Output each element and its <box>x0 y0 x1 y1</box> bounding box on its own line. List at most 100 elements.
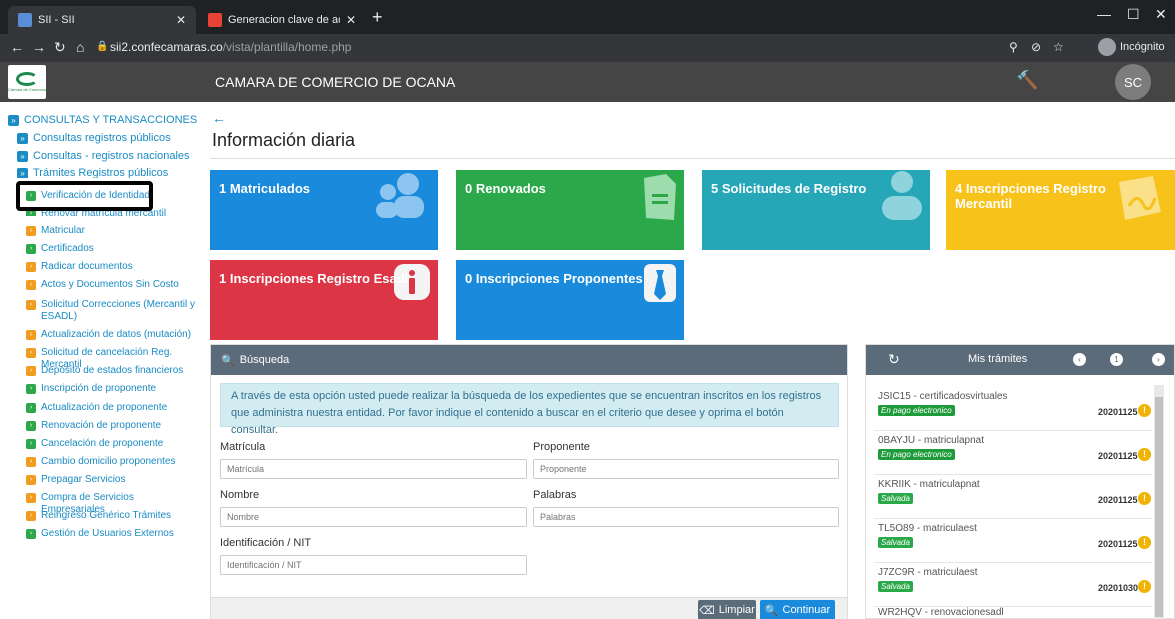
warning-icon[interactable]: ! <box>1138 448 1151 461</box>
scrollbar-thumb[interactable] <box>1155 397 1163 617</box>
arrow-icon: › <box>26 384 36 394</box>
search-panel: 🔍 Búsqueda A través de esta opción usted… <box>210 344 848 619</box>
document-icon <box>644 174 676 220</box>
sidebar-item-consultas-nacionales[interactable]: » Consultas - registros nacionales <box>17 150 190 162</box>
sidebar-item-actualizacion-datos[interactable]: › Actualización de datos (mutación) <box>26 329 198 341</box>
proponente-input[interactable] <box>533 459 839 479</box>
sidebar-item-cambio-domicilio[interactable]: › Cambio domicilio proponentes <box>26 456 198 468</box>
tramite-code: J7ZC9R - matriculaest <box>878 567 978 578</box>
tramite-code: TL5O89 - matriculaest <box>878 523 977 534</box>
maximize-icon[interactable]: ☐ <box>1127 6 1140 23</box>
sidebar-item-actos[interactable]: › Actos y Documentos Sin Costo <box>26 279 198 291</box>
page-number[interactable]: 1 <box>1110 353 1123 366</box>
tramite-item[interactable]: 0BAYJU - matriculapnat En pago electroni… <box>874 431 1152 475</box>
tramite-item[interactable]: J7ZC9R - matriculaest Salvada 20201030 ! <box>874 563 1152 607</box>
clear-button[interactable]: ⌫ Limpiar <box>698 600 756 619</box>
home-icon[interactable]: ⌂ <box>76 39 84 55</box>
reload-icon[interactable]: ↻ <box>54 39 66 56</box>
lock-icon[interactable]: 🔒 <box>96 41 108 52</box>
sidebar-item-consultas-publicos[interactable]: » Consultas registros públicos <box>17 132 171 144</box>
tie-icon <box>644 264 676 302</box>
tramite-code: JSIC15 - certificadosvirtuales <box>878 391 1008 402</box>
new-tab-icon[interactable]: + <box>372 7 383 28</box>
arrow-icon: › <box>26 493 36 503</box>
continue-button[interactable]: 🔍 Continuar <box>760 600 835 619</box>
url-path: /vista/plantilla/home.php <box>222 40 352 54</box>
warning-icon[interactable]: ! <box>1138 492 1151 505</box>
card-matriculados[interactable]: 1 Matriculados <box>210 170 438 250</box>
sidebar-item-matricular[interactable]: › Matricular <box>26 225 198 237</box>
incognito-indicator[interactable]: Incógnito <box>1098 38 1165 56</box>
sidebar-item-certificados[interactable]: › Certificados <box>26 243 198 255</box>
card-label: 5 Solicitudes de Registro <box>711 181 867 196</box>
tramite-item[interactable]: WR2HQV - renovacionesadl <box>874 603 1152 619</box>
logo-text: Cámara de Comercio <box>8 87 47 92</box>
nombre-input[interactable] <box>220 507 527 527</box>
warning-icon[interactable]: ! <box>1138 580 1151 593</box>
sidebar-item-prepagar[interactable]: › Prepagar Servicios <box>26 474 198 486</box>
nit-input[interactable] <box>220 555 527 575</box>
close-window-icon[interactable]: ✕ <box>1155 6 1167 23</box>
clear-button-label: Limpiar <box>718 604 755 616</box>
sidebar-section-header[interactable]: » CONSULTAS Y TRANSACCIONES <box>8 114 197 126</box>
tramite-item[interactable]: KKRIIK - matriculapnat Salvada 20201125 … <box>874 475 1152 519</box>
sidebar-item-reingreso[interactable]: › Reingreso Genérico Trámites <box>26 510 198 522</box>
sidebar-item-radicar[interactable]: › Radicar documentos <box>26 261 198 273</box>
card-solicitudes[interactable]: 5 Solicitudes de Registro <box>702 170 930 250</box>
close-tab-icon[interactable]: ✕ <box>346 13 356 27</box>
expand-icon: » <box>17 132 28 144</box>
sidebar-item-label: Radicar documentos <box>41 261 133 272</box>
tramite-item[interactable]: JSIC15 - certificadosvirtuales En pago e… <box>874 387 1152 431</box>
zoom-icon[interactable]: ⚲ <box>1009 40 1018 54</box>
sidebar-item-gestion-usuarios[interactable]: › Gestión de Usuarios Externos <box>26 528 198 540</box>
forward-icon[interactable]: → <box>32 39 46 55</box>
back-icon[interactable]: ← <box>10 39 24 55</box>
status-badge: Salvada <box>878 581 913 592</box>
card-inscripciones-esadl[interactable]: 1 Inscripciones Registro Esadl <box>210 260 438 340</box>
minimize-icon[interactable]: — <box>1097 6 1111 22</box>
app-title: CAMARA DE COMERCIO DE OCANA <box>215 74 456 90</box>
sidebar-item-correcciones[interactable]: › Solicitud Correcciones (Mercantil y ESA… <box>26 299 198 323</box>
url-field[interactable]: sii2.confecamaras.co/vista/plantilla/hom… <box>110 40 351 54</box>
eraser-icon: ⌫ <box>699 604 715 617</box>
tramite-code: KKRIIK - matriculapnat <box>878 479 980 490</box>
bookmark-star-icon[interactable]: ☆ <box>1053 40 1064 54</box>
tracking-icon[interactable]: ⊘ <box>1031 40 1041 54</box>
close-tab-icon[interactable]: ✕ <box>176 13 186 27</box>
prev-page-icon[interactable]: ‹ <box>1073 353 1086 366</box>
card-inscripciones-proponentes[interactable]: 0 Inscripciones Proponentes <box>456 260 684 340</box>
sidebar-item-label: Depósito de estados financieros <box>41 365 184 376</box>
refresh-icon[interactable]: ↻ <box>888 351 900 368</box>
chamber-logo[interactable]: Cámara de Comercio <box>8 65 46 99</box>
browser-tab-inactive[interactable]: Generacion clave de acceso - da ✕ <box>198 6 366 34</box>
incognito-icon <box>1098 38 1116 56</box>
sidebar-item-label: Consultas registros públicos <box>33 132 171 144</box>
continue-button-label: Continuar <box>782 604 831 616</box>
app-header: Cámara de Comercio CAMARA DE COMERCIO DE… <box>0 62 1175 102</box>
warning-icon[interactable]: ! <box>1138 404 1151 417</box>
card-renovados[interactable]: 0 Renovados <box>456 170 684 250</box>
palabras-input[interactable] <box>533 507 839 527</box>
sidebar-item-cancelacion-proponente[interactable]: › Cancelación de proponente <box>26 438 198 450</box>
status-badge: Salvada <box>878 493 913 504</box>
sidebar-item-renovacion-proponente[interactable]: › Renovación de proponente <box>26 420 198 432</box>
sidebar-item-deposito[interactable]: › Depósito de estados financieros <box>26 365 198 377</box>
matricula-input[interactable] <box>220 459 527 479</box>
sidebar-item-inscripcion-proponente[interactable]: › Inscripción de proponente <box>26 383 198 395</box>
sidebar-item-tramites[interactable]: » Trámites Registros públicos <box>17 168 168 178</box>
arrow-icon: › <box>26 421 36 431</box>
arrow-icon: › <box>26 403 36 413</box>
next-page-icon[interactable]: › <box>1152 353 1165 366</box>
card-inscripciones-mercantil[interactable]: 4 Inscripciones Registro Mercantil <box>946 170 1175 250</box>
warning-icon[interactable]: ! <box>1138 536 1151 549</box>
page-title: Información diaria <box>212 130 356 150</box>
field-label-matricula: Matrícula <box>220 441 266 453</box>
back-arrow-icon[interactable]: ← <box>212 110 226 126</box>
avatar[interactable]: SC <box>1115 64 1151 100</box>
tramite-item[interactable]: TL5O89 - matriculaest Salvada 20201125 ! <box>874 519 1152 563</box>
tramite-date: 20201125 <box>1098 539 1138 549</box>
hammer-icon[interactable]: 🔨 <box>1016 70 1038 91</box>
browser-tab-active[interactable]: SII - SII ✕ <box>8 6 196 34</box>
sidebar-item-actualizacion-proponente[interactable]: › Actualización de proponente <box>26 402 198 414</box>
divider <box>210 158 1175 159</box>
